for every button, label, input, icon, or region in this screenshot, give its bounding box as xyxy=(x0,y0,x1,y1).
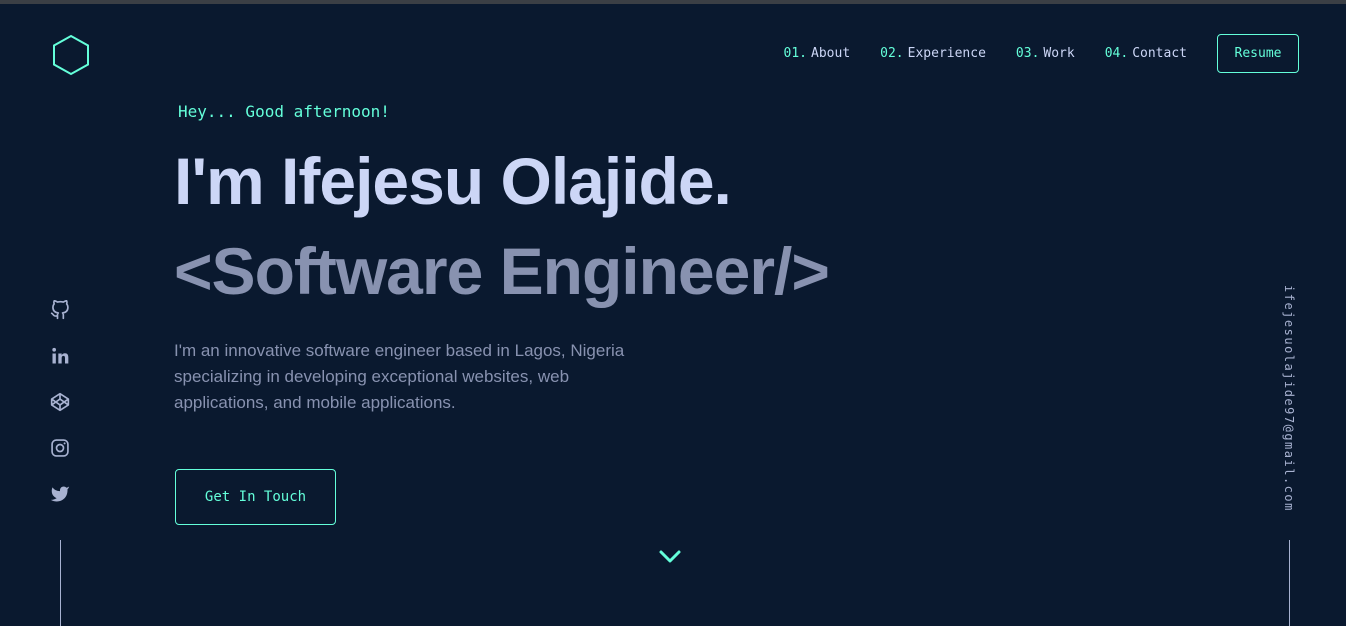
codepen-icon[interactable] xyxy=(50,392,70,412)
resume-button[interactable]: Resume xyxy=(1217,34,1299,73)
chevron-down-icon[interactable] xyxy=(658,545,682,569)
right-vertical-line xyxy=(1289,540,1290,626)
instagram-icon[interactable] xyxy=(50,438,70,458)
social-links xyxy=(50,300,70,530)
nav-link-work[interactable]: 03. Work xyxy=(1016,46,1075,61)
get-in-touch-button[interactable]: Get In Touch xyxy=(175,469,336,525)
hexagon-logo-icon[interactable] xyxy=(52,34,90,76)
twitter-icon[interactable] xyxy=(50,484,70,504)
linkedin-icon[interactable] xyxy=(50,346,70,366)
left-vertical-line xyxy=(60,540,61,626)
hero-role: <Software Engineer/> xyxy=(174,234,830,308)
greeting-text: Hey... Good afternoon! xyxy=(178,102,390,121)
nav-link-experience[interactable]: 02. Experience xyxy=(880,46,986,61)
hero-name: I'm Ifejesu Olajide. xyxy=(174,144,732,218)
hero-intro: I'm an innovative software engineer base… xyxy=(174,341,625,412)
nav-link-about[interactable]: 01. About xyxy=(784,46,851,61)
nav-link-contact[interactable]: 04. Contact xyxy=(1105,46,1187,61)
main-nav: 01. About 02. Experience 03. Work 04. Contac… xyxy=(784,34,1299,73)
github-icon[interactable] xyxy=(50,300,70,320)
email-link[interactable]: ifejesuolajide97@gmail.com xyxy=(1282,285,1296,512)
browser-top-strip xyxy=(0,0,1346,4)
